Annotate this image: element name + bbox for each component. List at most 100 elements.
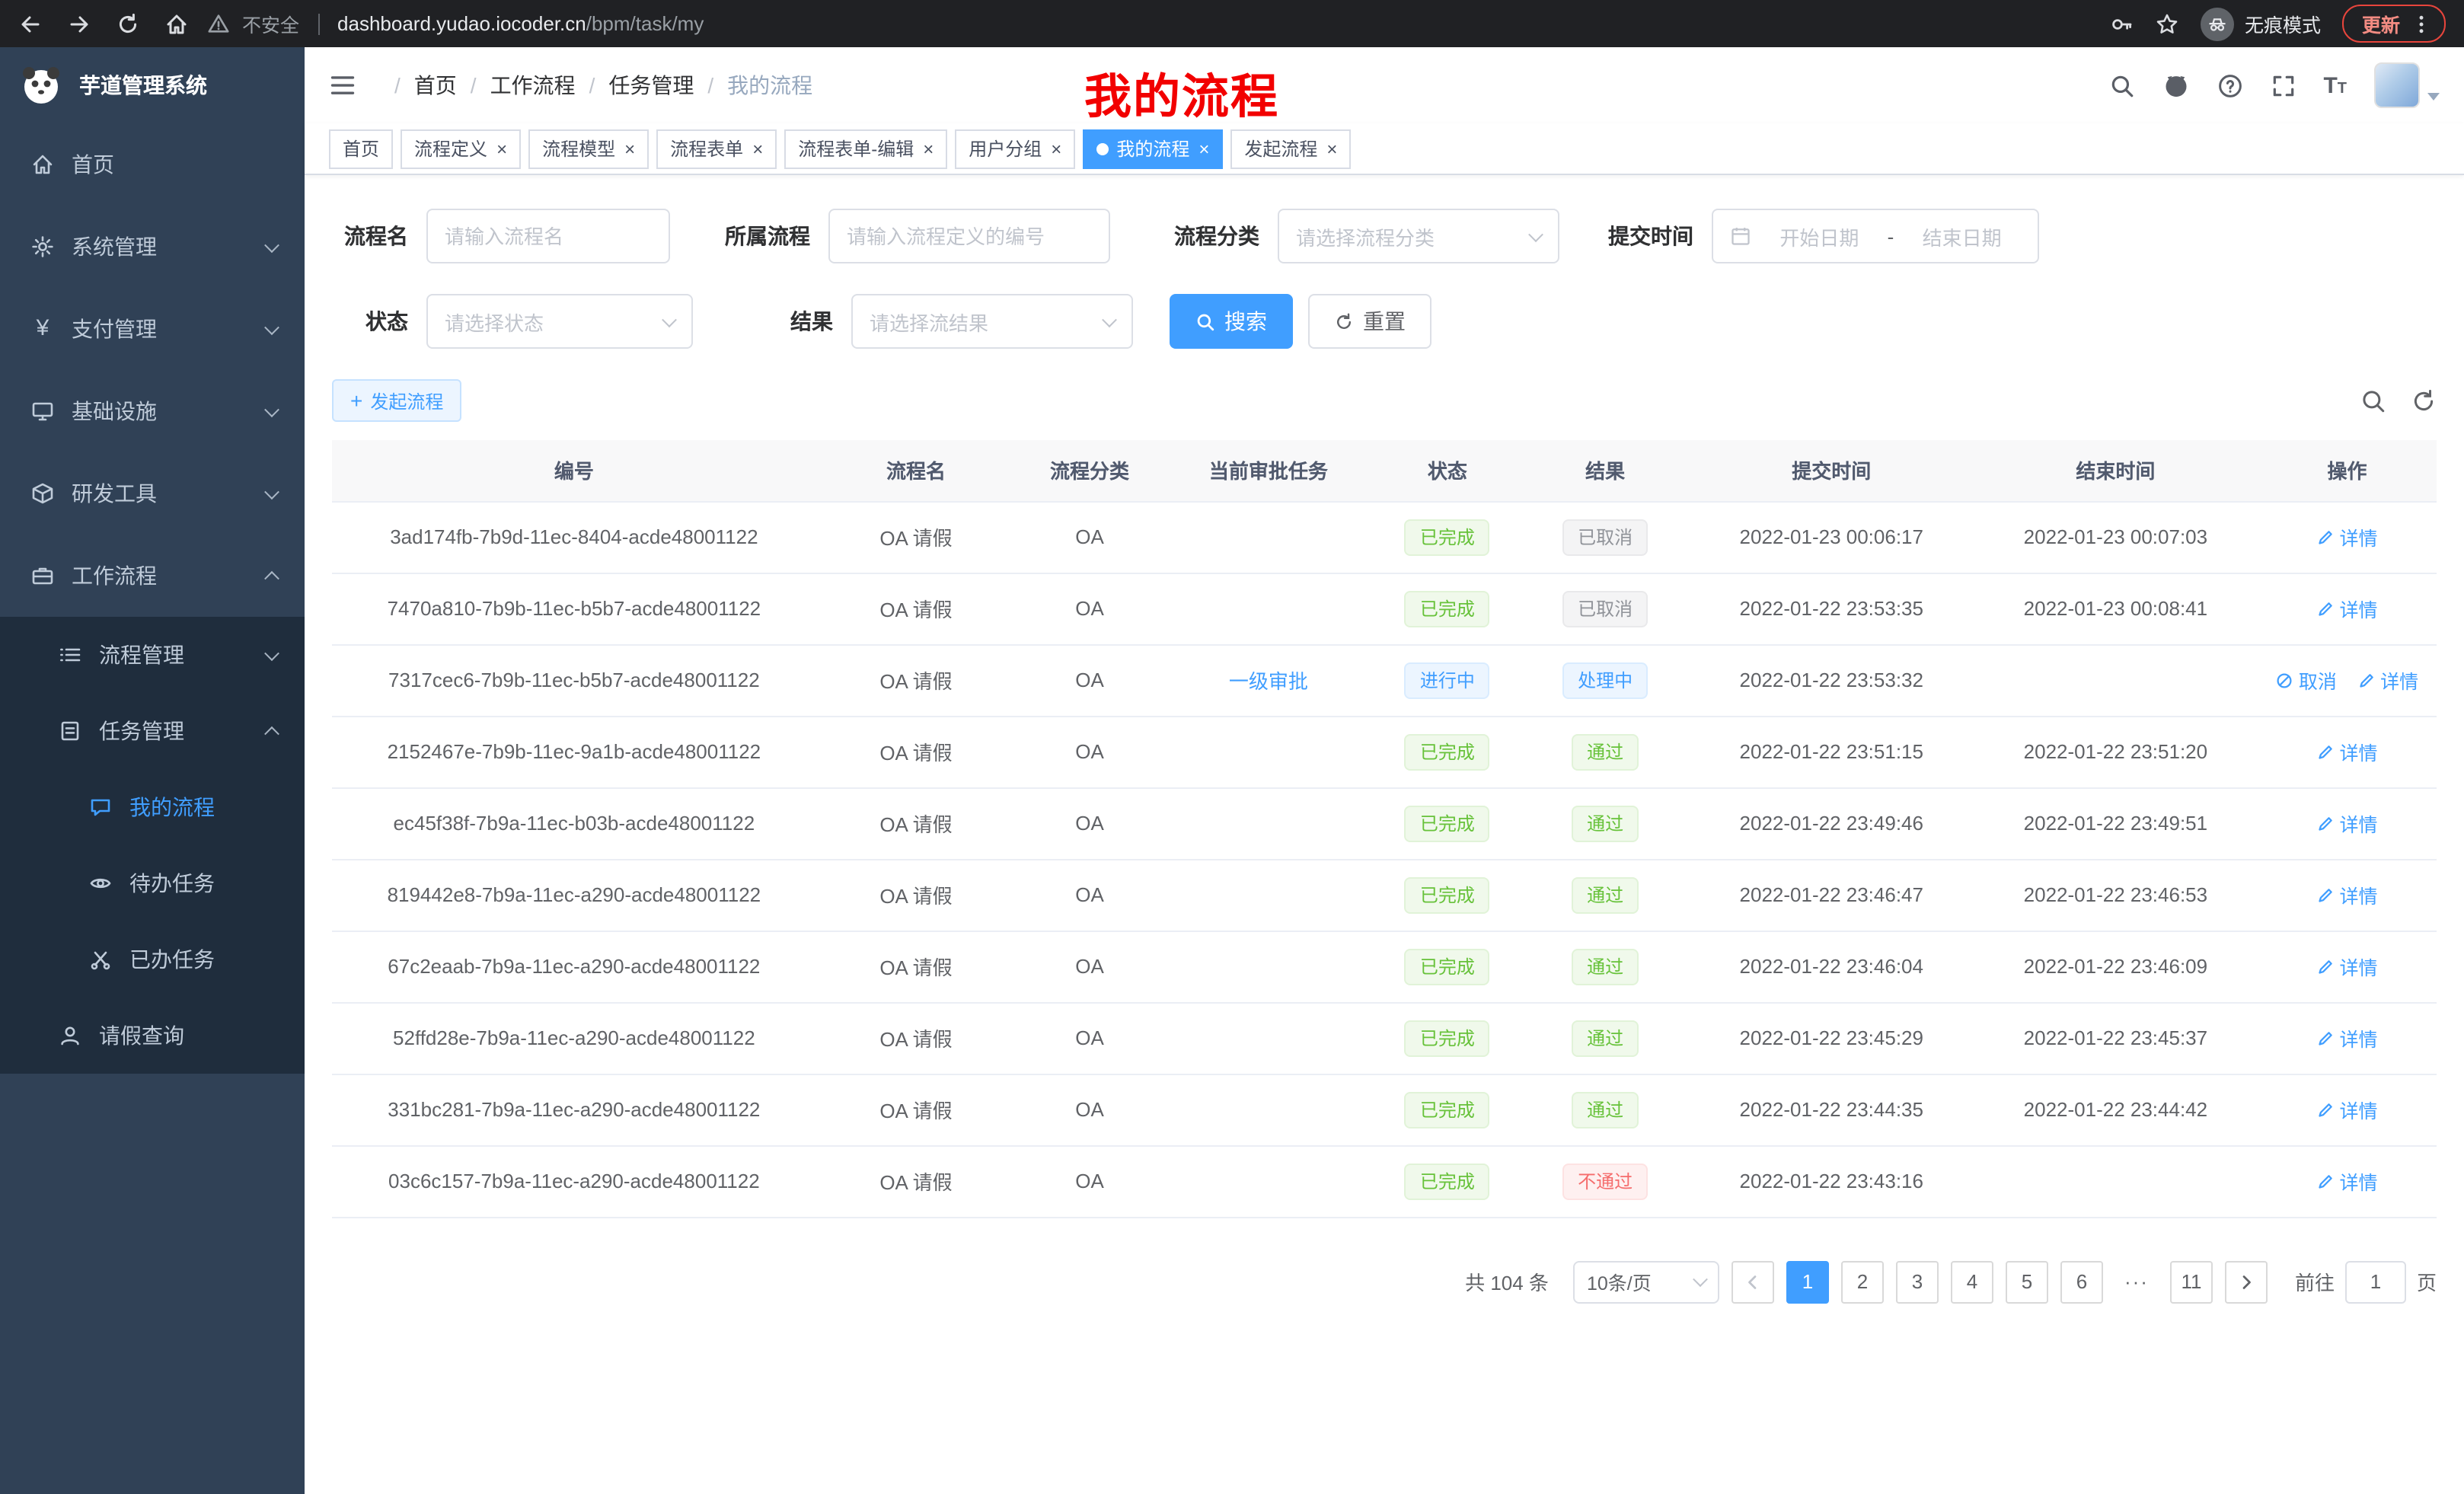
page-number-button[interactable]: 5 xyxy=(2006,1260,2048,1303)
search-button[interactable]: 搜索 xyxy=(1170,294,1293,349)
prev-page-button[interactable] xyxy=(1732,1260,1774,1303)
detail-action[interactable]: 详情 xyxy=(2316,522,2377,551)
font-size-icon[interactable]: TT xyxy=(2323,74,2347,97)
sidebar-item-task-management[interactable]: 任务管理 xyxy=(0,693,305,769)
detail-action[interactable]: 详情 xyxy=(2316,737,2377,766)
sidebar-item-todo-tasks[interactable]: 待办任务 xyxy=(0,845,305,921)
edit-icon xyxy=(2316,528,2335,546)
start-date-placeholder: 开始日期 xyxy=(1760,222,1878,251)
search-icon xyxy=(1195,311,1215,331)
page-number-button[interactable]: 2 xyxy=(1841,1260,1884,1303)
back-icon[interactable] xyxy=(18,11,43,36)
view-tab[interactable]: 发起流程 × xyxy=(1230,129,1351,168)
sidebar-item-process-management[interactable]: 流程管理 xyxy=(0,617,305,693)
sidebar-item-my-process[interactable]: 我的流程 xyxy=(0,769,305,845)
close-icon[interactable]: × xyxy=(752,139,763,158)
edit-icon xyxy=(2316,814,2335,832)
date-range-picker[interactable]: 开始日期 - 结束日期 xyxy=(1712,209,2039,263)
status-select[interactable]: 请选择状态 xyxy=(426,294,693,349)
page-number-button[interactable]: 11 xyxy=(2170,1260,2213,1303)
page-number-button[interactable]: 1 xyxy=(1786,1260,1829,1303)
result-select[interactable]: 请选择流结果 xyxy=(851,294,1133,349)
view-tab[interactable]: 首页 xyxy=(329,129,393,168)
category-select[interactable]: 请选择流程分类 xyxy=(1278,209,1559,263)
close-icon[interactable]: × xyxy=(923,139,934,158)
sidebar-item-system[interactable]: 系统管理 xyxy=(0,206,305,288)
fullscreen-icon[interactable] xyxy=(2270,72,2296,98)
page-number-button[interactable]: ··· xyxy=(2115,1260,2158,1303)
page-number-button[interactable]: 4 xyxy=(1951,1260,1993,1303)
status-label: 状态 xyxy=(332,306,426,337)
sidebar-toggle-icon[interactable] xyxy=(329,72,356,99)
reload-icon[interactable] xyxy=(116,11,140,36)
search-icon[interactable] xyxy=(2108,72,2134,98)
key-icon[interactable] xyxy=(2109,11,2134,36)
view-tab[interactable]: 流程表单 × xyxy=(656,129,777,168)
sidebar-item-home[interactable]: 首页 xyxy=(0,123,305,206)
sidebar-item-payment[interactable]: ¥ 支付管理 xyxy=(0,288,305,370)
detail-action[interactable]: 详情 xyxy=(2316,880,2377,909)
detail-action[interactable]: 详情 xyxy=(2316,952,2377,981)
detail-action[interactable]: 详情 xyxy=(2316,1167,2377,1196)
cell-submit-time: 2022-01-22 23:45:29 xyxy=(1690,1002,1974,1074)
process-def-input[interactable] xyxy=(828,209,1110,263)
cell-end-time: 2022-01-22 23:44:42 xyxy=(1974,1074,2258,1145)
browser-home-icon[interactable] xyxy=(164,11,189,36)
breadcrumb-item[interactable]: /首页 xyxy=(381,70,457,101)
close-icon[interactable]: × xyxy=(496,139,507,158)
breadcrumb-item[interactable]: /工作流程 xyxy=(457,70,576,101)
create-process-button[interactable]: + 发起流程 xyxy=(332,379,461,422)
detail-action[interactable]: 详情 xyxy=(2316,1023,2377,1052)
column-header: 状态 xyxy=(1374,440,1521,501)
cell-process-name: OA 请假 xyxy=(816,1002,1017,1074)
cell-status: 已完成 xyxy=(1374,1002,1521,1074)
goto-page-input[interactable] xyxy=(2345,1260,2406,1303)
forward-icon[interactable] xyxy=(67,11,91,36)
detail-action[interactable]: 详情 xyxy=(2316,1095,2377,1124)
eye-icon xyxy=(88,871,113,895)
security-label[interactable]: 不安全 xyxy=(242,9,299,38)
sidebar-item-done-tasks[interactable]: 已办任务 xyxy=(0,921,305,998)
browser-update-button[interactable]: 更新 xyxy=(2342,5,2446,43)
sidebar-item-workflow[interactable]: 工作流程 xyxy=(0,535,305,617)
next-page-button[interactable] xyxy=(2225,1260,2268,1303)
app-logo[interactable]: 芋道管理系统 xyxy=(0,47,305,123)
view-tab[interactable]: 流程模型 × xyxy=(528,129,649,168)
reset-button[interactable]: 重置 xyxy=(1308,294,1431,349)
current-task-link[interactable]: 一级审批 xyxy=(1229,670,1308,693)
sidebar-item-leave-query[interactable]: 请假查询 xyxy=(0,998,305,1074)
bookmark-star-icon[interactable] xyxy=(2155,11,2179,36)
address-bar[interactable]: 不安全 dashboard.yudao.iocoder.cn/bpm/task/… xyxy=(207,9,2109,38)
table-search-icon[interactable] xyxy=(2360,388,2386,413)
page-number-button[interactable]: 3 xyxy=(1896,1260,1939,1303)
help-icon[interactable] xyxy=(2217,72,2242,98)
page-size-select[interactable]: 10条/页 xyxy=(1573,1260,1719,1303)
kebab-menu-icon[interactable] xyxy=(2411,13,2432,34)
view-tab[interactable]: 流程定义 × xyxy=(401,129,521,168)
cancel-action[interactable]: 取消 xyxy=(2276,666,2337,694)
breadcrumb-item[interactable]: /任务管理 xyxy=(576,70,694,101)
detail-action[interactable]: 详情 xyxy=(2357,666,2418,694)
user-menu[interactable] xyxy=(2374,62,2440,108)
close-icon[interactable]: × xyxy=(1326,139,1337,158)
close-icon[interactable]: × xyxy=(1051,139,1061,158)
github-icon[interactable] xyxy=(2162,72,2189,99)
active-dot xyxy=(1096,142,1109,155)
status-tag: 已完成 xyxy=(1405,876,1490,913)
detail-action[interactable]: 详情 xyxy=(2316,594,2377,623)
process-name-input[interactable] xyxy=(426,209,670,263)
breadcrumb-item[interactable]: /我的流程 xyxy=(694,70,812,101)
avatar[interactable] xyxy=(2374,62,2420,108)
close-icon[interactable]: × xyxy=(1198,139,1209,158)
page-number-button[interactable]: 6 xyxy=(2060,1260,2103,1303)
cell-process-name: OA 请假 xyxy=(816,644,1017,716)
table-refresh-icon[interactable] xyxy=(2411,388,2437,413)
view-tab[interactable]: 我的流程 × xyxy=(1083,129,1223,168)
sidebar-item-devtools[interactable]: 研发工具 xyxy=(0,452,305,535)
url-host: dashboard.yudao.iocoder.cn xyxy=(337,12,586,35)
sidebar-item-infrastructure[interactable]: 基础设施 xyxy=(0,370,305,452)
view-tab[interactable]: 用户分组 × xyxy=(955,129,1075,168)
view-tab[interactable]: 流程表单-编辑 × xyxy=(784,129,947,168)
close-icon[interactable]: × xyxy=(624,139,635,158)
detail-action[interactable]: 详情 xyxy=(2316,809,2377,838)
